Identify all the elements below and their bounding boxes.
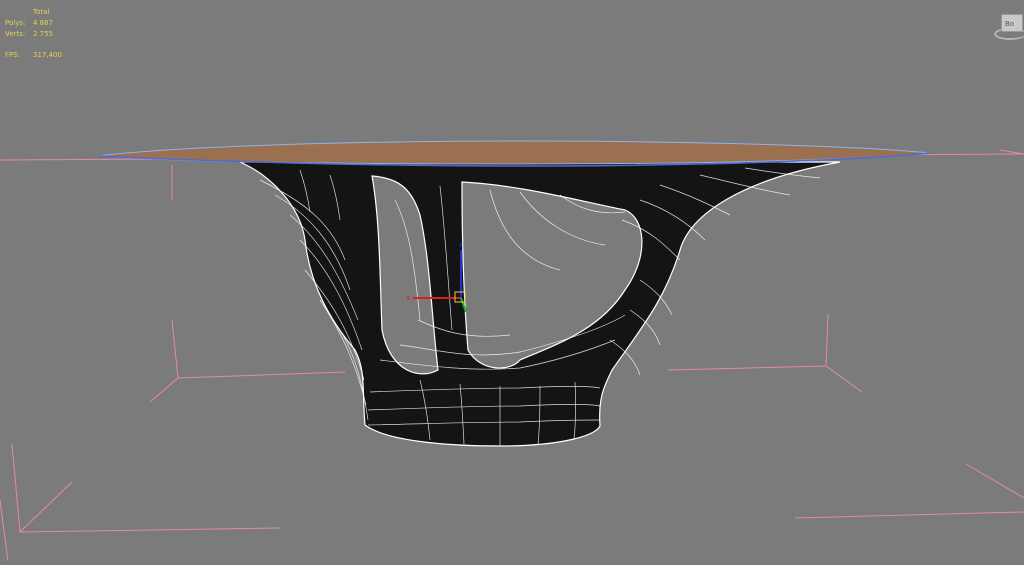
polys-value: 4 887 [33, 19, 54, 27]
polys-label: Polys: [5, 19, 26, 27]
verts-label: Verts: [5, 30, 26, 38]
gizmo-z-label: z [459, 241, 463, 249]
fps-value: 317,400 [33, 51, 62, 59]
verts-value: 2 755 [33, 30, 54, 38]
fps-label: FPS: [5, 51, 21, 59]
viewport-statistics: Total Polys: 4 887 Verts: 2 755 FPS: 317,40… [5, 7, 62, 61]
viewcube[interactable]: Bo [994, 10, 1024, 42]
stats-header: Total [33, 8, 50, 16]
gizmo-x-label: x [406, 294, 410, 302]
viewcube-face[interactable]: Bo [1001, 14, 1023, 32]
grid-lines [0, 149, 1024, 562]
scene-canvas[interactable]: z x [0, 0, 1024, 562]
table-mesh[interactable] [239, 161, 841, 447]
3d-viewport[interactable]: z x Total Polys: 4 887 Verts: 2 755 FPS: 31… [0, 0, 1024, 562]
